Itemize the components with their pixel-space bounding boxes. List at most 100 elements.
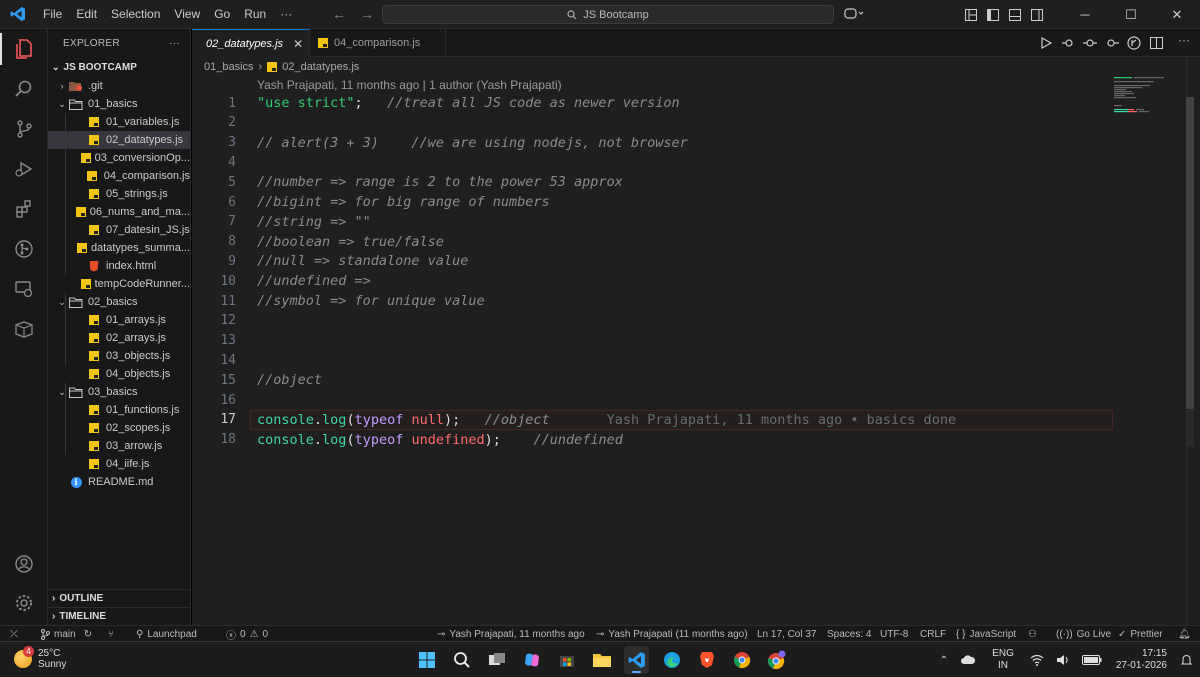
file-item[interactable]: 01_arrays.js: [48, 311, 190, 329]
code-line[interactable]: 8 //boolean => true/false: [192, 232, 1112, 252]
indentation[interactable]: Spaces: 4: [827, 626, 871, 642]
folder-item[interactable]: ⌄ 02_basics: [48, 293, 190, 311]
toggle-sidebar-icon[interactable]: [982, 8, 1004, 21]
branch-indicator[interactable]: main ↻: [40, 626, 92, 642]
chrome-icon[interactable]: [729, 646, 754, 674]
file-item[interactable]: 07_datesin_JS.js: [48, 221, 190, 239]
more-actions-button[interactable]: ···: [1178, 33, 1190, 47]
port-icon[interactable]: ⚇: [1028, 626, 1037, 642]
menu-more[interactable]: ···: [273, 0, 299, 29]
close-tab-icon[interactable]: ✕: [293, 37, 303, 51]
windows-start-icon[interactable]: [414, 646, 439, 674]
code-line[interactable]: 13: [192, 331, 1112, 351]
tab-02-datatypes[interactable]: 02_datatypes.js ✕: [192, 29, 310, 57]
explorer-more-button[interactable]: ···: [169, 38, 180, 49]
file-item[interactable]: datatypes_summa...: [48, 239, 190, 257]
menu-view[interactable]: View: [167, 0, 207, 29]
code-line[interactable]: 10 //undefined =>: [192, 271, 1112, 291]
copilot-chat-icon[interactable]: [843, 7, 865, 21]
code-line[interactable]: 2: [192, 113, 1112, 133]
prettier-status[interactable]: ✓ Prettier: [1118, 626, 1163, 642]
code-line[interactable]: 12: [192, 311, 1112, 331]
menu-file[interactable]: File: [36, 0, 69, 29]
file-item[interactable]: 05_strings.js: [48, 185, 190, 203]
problems-status[interactable]: ⓧ 0 ⚠ 0: [226, 626, 268, 642]
git-graph-icon[interactable]: [0, 229, 48, 269]
blame-toggle-icon[interactable]: [1126, 35, 1142, 51]
run-debug-icon[interactable]: [0, 149, 48, 189]
toggle-secondary-sidebar-icon[interactable]: [1026, 8, 1048, 21]
run-code-icon[interactable]: [1038, 35, 1054, 51]
file-item[interactable]: 02_arrays.js: [48, 329, 190, 347]
next-change-icon[interactable]: [1104, 35, 1120, 51]
weather-widget[interactable]: 4 25°C Sunny: [14, 646, 66, 670]
notification-bell-icon[interactable]: [1175, 654, 1200, 666]
code-editor[interactable]: 01_basics › 02_datatypes.js Yash Prajapa…: [192, 57, 1200, 625]
code-line[interactable]: 4: [192, 152, 1112, 172]
blame-status-2[interactable]: ⊸ Yash Prajapati (11 months ago): [596, 626, 748, 642]
code-line[interactable]: 14: [192, 350, 1112, 370]
notifications-bell-icon[interactable]: 🔔︎: [1178, 626, 1191, 642]
minimap[interactable]: [1112, 75, 1172, 135]
command-center-search[interactable]: JS Bootcamp: [382, 5, 834, 24]
toggle-panel-icon[interactable]: [1004, 8, 1026, 21]
extensions-icon[interactable]: [0, 189, 48, 229]
breadcrumb-folder[interactable]: 01_basics: [204, 61, 254, 73]
settings-gear-icon[interactable]: [0, 583, 48, 623]
workspace-root[interactable]: ⌄ JS BOOTCAMP: [48, 57, 190, 77]
customize-layout-icon[interactable]: [960, 8, 982, 21]
encoding[interactable]: UTF-8: [880, 626, 908, 642]
code-line[interactable]: 7 //string => "": [192, 212, 1112, 232]
code-line[interactable]: 9 //null => standalone value: [192, 251, 1112, 271]
file-item[interactable]: i README.md: [48, 473, 190, 491]
menu-selection[interactable]: Selection: [104, 0, 167, 29]
breadcrumb-file[interactable]: 02_datatypes.js: [282, 61, 359, 73]
edge-icon[interactable]: [659, 646, 684, 674]
file-item[interactable]: 01_variables.js: [48, 113, 190, 131]
code-line[interactable]: 3 // alert(3 + 3) //we are using nodejs, …: [192, 133, 1112, 153]
go-live-button[interactable]: ((·)) Go Live: [1056, 626, 1111, 642]
maximize-button[interactable]: ☐: [1108, 0, 1154, 29]
git-graph-status-icon[interactable]: ⑂: [108, 626, 114, 642]
task-view-icon[interactable]: [484, 646, 509, 674]
volume-icon[interactable]: [1050, 654, 1076, 666]
file-item[interactable]: 04_iife.js: [48, 455, 190, 473]
minimize-button[interactable]: ─: [1062, 0, 1108, 29]
forward-arrow-icon[interactable]: →: [360, 6, 374, 22]
file-explorer-icon[interactable]: [589, 646, 614, 674]
code-line[interactable]: 16: [192, 390, 1112, 410]
file-item[interactable]: 02_datatypes.js: [48, 131, 190, 149]
code-line[interactable]: 17 console.log(typeof null); //object Yas…: [192, 410, 1112, 430]
taskbar-search-icon[interactable]: [449, 646, 474, 674]
clock[interactable]: 17:15 27-01-2026: [1108, 648, 1175, 672]
wifi-icon[interactable]: [1024, 654, 1050, 666]
git-blame-codelens[interactable]: Yash Prajapati, 11 months ago | 1 author…: [257, 78, 562, 92]
code-line[interactable]: 15 //object: [192, 370, 1112, 390]
language-mode[interactable]: { } JavaScript: [956, 626, 1016, 642]
file-item[interactable]: 04_comparison.js: [48, 167, 190, 185]
file-item[interactable]: 03_objects.js: [48, 347, 190, 365]
previous-change-icon[interactable]: [1082, 35, 1098, 51]
language-indicator[interactable]: ENG IN: [982, 648, 1024, 672]
file-item[interactable]: tempCodeRunner...: [48, 275, 190, 293]
copilot-icon[interactable]: [519, 646, 544, 674]
chevron-up-icon[interactable]: ⌃: [934, 655, 954, 666]
search-icon[interactable]: [0, 69, 48, 109]
folder-item[interactable]: › .git: [48, 77, 190, 95]
microsoft-store-icon[interactable]: [554, 646, 579, 674]
file-item[interactable]: index.html: [48, 257, 190, 275]
remote-explorer-icon[interactable]: [0, 269, 48, 309]
file-item[interactable]: 01_functions.js: [48, 401, 190, 419]
launchpad-status[interactable]: ⚲ Launchpad: [136, 626, 197, 642]
file-item[interactable]: 02_scopes.js: [48, 419, 190, 437]
close-window-button[interactable]: ✕: [1154, 0, 1200, 29]
file-item[interactable]: 04_objects.js: [48, 365, 190, 383]
cursor-position[interactable]: Ln 17, Col 37: [757, 626, 817, 642]
remote-indicator[interactable]: ⤫: [10, 626, 18, 642]
folder-item[interactable]: ⌄ 03_basics: [48, 383, 190, 401]
code-line[interactable]: 18 console.log(typeof undefined); //undef…: [192, 430, 1112, 450]
file-item[interactable]: 06_nums_and_ma...: [48, 203, 190, 221]
explorer-icon[interactable]: [0, 29, 48, 69]
menu-go[interactable]: Go: [207, 0, 237, 29]
tab-04-comparison[interactable]: 04_comparison.js: [310, 29, 446, 57]
